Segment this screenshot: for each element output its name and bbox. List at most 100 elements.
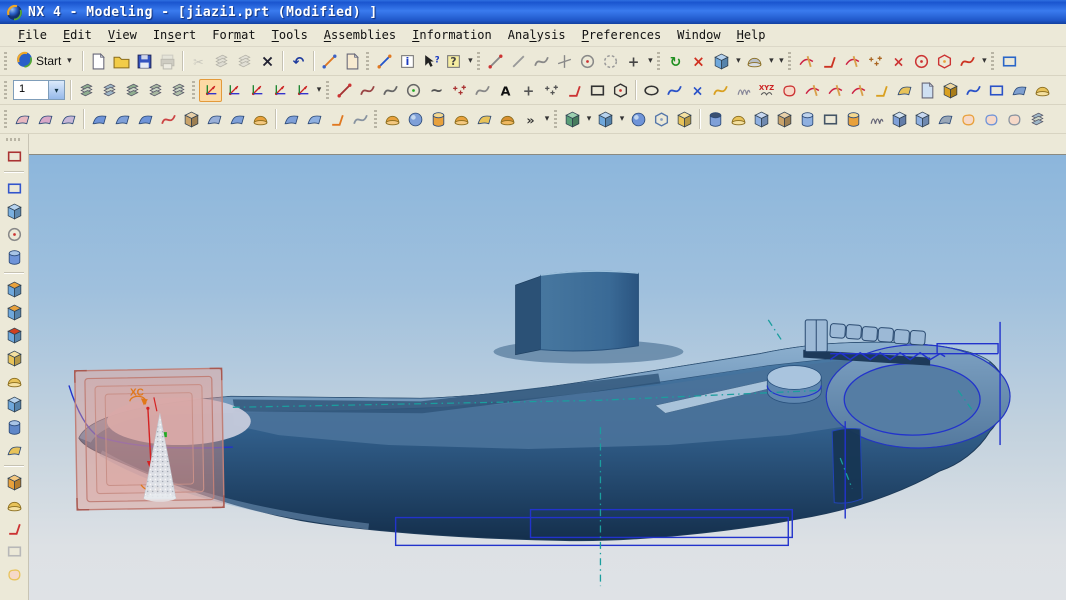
- model-canvas[interactable]: XC: [29, 155, 1066, 600]
- split-body-button[interactable]: [934, 108, 957, 131]
- snap-quadrant-button[interactable]: [933, 50, 956, 73]
- dropdown-caret[interactable]: ▾: [645, 56, 655, 66]
- sidebar-wireframe-box-button[interactable]: [4, 178, 24, 198]
- menu-preferences[interactable]: Preferences: [574, 26, 670, 44]
- move-to-layer-button[interactable]: [144, 79, 167, 102]
- trim-body-button[interactable]: [911, 108, 934, 131]
- rib-button[interactable]: [796, 108, 819, 131]
- revolve-button[interactable]: [594, 108, 617, 131]
- sphere-button[interactable]: [627, 108, 650, 131]
- toolbar-grip[interactable]: [326, 81, 329, 99]
- snap-point-button[interactable]: [795, 50, 818, 73]
- snap-intersection-button[interactable]: ×: [887, 50, 910, 73]
- section-surface-button[interactable]: [180, 108, 203, 131]
- wcs-origin-button[interactable]: [222, 79, 245, 102]
- menu-format[interactable]: Format: [204, 26, 263, 44]
- chamfer-curve-button[interactable]: [563, 79, 586, 102]
- wrap-curve-button[interactable]: [962, 79, 985, 102]
- sidebar-ribbon-feature-button[interactable]: [4, 564, 24, 584]
- toolbar-grip[interactable]: [4, 110, 7, 128]
- undo-button[interactable]: ↶: [287, 50, 310, 73]
- swoop-button[interactable]: [496, 108, 519, 131]
- sidebar-tube-feature-button[interactable]: [4, 247, 24, 267]
- polygon-button[interactable]: [609, 79, 632, 102]
- trim-curve-button[interactable]: [801, 79, 824, 102]
- sidebar-grip[interactable]: [6, 138, 22, 141]
- dropdown-caret[interactable]: ▾: [314, 85, 324, 95]
- copy-to-layer-button[interactable]: [167, 79, 190, 102]
- offset-surface-button[interactable]: [280, 108, 303, 131]
- wcs-rotate-button[interactable]: [245, 79, 268, 102]
- ribbon-builder-button[interactable]: [473, 108, 496, 131]
- toolbar-grip[interactable]: [657, 52, 661, 70]
- menu-information[interactable]: Information: [404, 26, 500, 44]
- n-sided-surface-button[interactable]: [203, 108, 226, 131]
- bounded-plane-button[interactable]: [226, 108, 249, 131]
- pad-button[interactable]: [727, 108, 750, 131]
- ellipse-button[interactable]: [640, 79, 663, 102]
- trim-corner-button[interactable]: [824, 79, 847, 102]
- divide-curve-button[interactable]: [847, 79, 870, 102]
- extrude-button[interactable]: [561, 108, 584, 131]
- sidebar-sketch-pale-button[interactable]: [4, 541, 24, 561]
- toolbar-grip[interactable]: [374, 110, 377, 128]
- section-curve-button[interactable]: [985, 79, 1008, 102]
- nx-help-button[interactable]: ?: [442, 50, 465, 73]
- hole-button[interactable]: [704, 108, 727, 131]
- datum-axis-button[interactable]: [34, 108, 57, 131]
- combo-dropdown-icon[interactable]: ▾: [48, 81, 64, 99]
- through-curves-button[interactable]: [111, 108, 134, 131]
- sidebar-back-feature-button[interactable]: [4, 518, 24, 538]
- block-button[interactable]: [673, 108, 696, 131]
- toolbar-overflow-button[interactable]: »: [519, 108, 542, 131]
- simplify-curve-button[interactable]: [1031, 79, 1054, 102]
- law-curve-button[interactable]: XYZ: [755, 79, 778, 102]
- dropdown-caret[interactable]: ▾: [584, 114, 594, 124]
- dimension-tool-button[interactable]: [998, 50, 1021, 73]
- menu-edit[interactable]: Edit: [55, 26, 100, 44]
- groove-button[interactable]: [842, 108, 865, 131]
- bridge-curve-button[interactable]: [778, 79, 801, 102]
- sidebar-boxed-feature-button[interactable]: [4, 394, 24, 414]
- trimmed-sheet-button[interactable]: [349, 108, 372, 131]
- menu-help[interactable]: Help: [729, 26, 774, 44]
- project-curve-button[interactable]: [916, 79, 939, 102]
- graphics-viewport[interactable]: XC: [29, 155, 1066, 600]
- sidebar-cylinder-feature-button[interactable]: [4, 417, 24, 437]
- menu-view[interactable]: View: [100, 26, 145, 44]
- datum-plane-button[interactable]: [11, 108, 34, 131]
- help-on-context-button[interactable]: ?: [419, 50, 442, 73]
- sidebar-feature-cube-3-button[interactable]: [4, 325, 24, 345]
- sidebar-sketch-circle-button[interactable]: [4, 224, 24, 244]
- toolbar-grip[interactable]: [4, 81, 7, 99]
- toolbar-grip[interactable]: [477, 52, 481, 70]
- studio-spline-button[interactable]: [530, 50, 553, 73]
- sidebar-feature-cube-1-button[interactable]: [4, 279, 24, 299]
- tower-front[interactable]: [540, 270, 639, 352]
- point-axis-button[interactable]: [553, 50, 576, 73]
- rectangle-button[interactable]: [586, 79, 609, 102]
- toolbar-grip[interactable]: [788, 52, 792, 70]
- helix-button[interactable]: [732, 79, 755, 102]
- law-extension-button[interactable]: [326, 108, 349, 131]
- menu-file[interactable]: File: [10, 26, 55, 44]
- join-curve-button[interactable]: [893, 79, 916, 102]
- arc-3pt-button[interactable]: [663, 79, 686, 102]
- dropdown-caret[interactable]: ▾: [776, 56, 786, 66]
- pocket-button[interactable]: [750, 108, 773, 131]
- snap-control-point-button[interactable]: [864, 50, 887, 73]
- circle-center-button[interactable]: [576, 50, 599, 73]
- wcs-display-button[interactable]: [291, 79, 314, 102]
- sidebar-screen-splitter-button[interactable]: [4, 146, 24, 166]
- save-part-button[interactable]: [133, 50, 156, 73]
- menu-tools[interactable]: Tools: [264, 26, 316, 44]
- sidebar-feature-cube-4-button[interactable]: [4, 348, 24, 368]
- point-button[interactable]: +: [622, 50, 645, 73]
- layer-settings-button[interactable]: [75, 79, 98, 102]
- toolbar-grip[interactable]: [192, 81, 195, 99]
- polyline-points-button[interactable]: [448, 79, 471, 102]
- styled-sweep-button[interactable]: [450, 108, 473, 131]
- snap-point-on-curve-button[interactable]: [956, 50, 979, 73]
- datum-csys-button[interactable]: [57, 108, 80, 131]
- basic-curves-button[interactable]: [333, 79, 356, 102]
